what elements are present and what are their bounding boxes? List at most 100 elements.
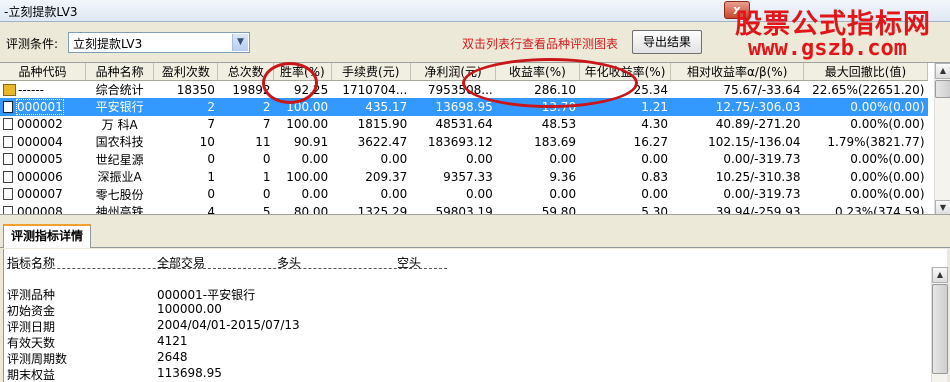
cell-total: 5: [262, 204, 271, 215]
cell-fee: 0.00: [380, 187, 408, 202]
cell-code: 000007: [0, 186, 85, 204]
scroll-up-icon[interactable]: ▲: [932, 267, 948, 283]
row-code: 000008: [17, 204, 63, 215]
cell-fee: 1710704...: [342, 82, 408, 97]
detail-row: 评测日期 2004/04/01-2015/07/13: [7, 318, 300, 334]
table-row[interactable]: 000007 零七股份 0 0 0.00 0.00 0.00 0.00 0.00 0.00/-31…: [0, 186, 928, 204]
detail-header-row: 指标名称 全部交易 多头 空头: [7, 254, 421, 270]
cell-drawdown: 1.79%(3821.77): [827, 134, 925, 149]
cell-drawdown: 0.23%(374.59): [835, 204, 925, 215]
cell-winrate: 0.00: [301, 187, 329, 202]
detail-value: 4121: [157, 334, 188, 348]
cell-name: 平安银行: [85, 98, 154, 116]
table-row[interactable]: 000006 深振业A 1 1 100.00 209.37 9357.33 9.36 0.83 1…: [0, 168, 928, 186]
column-header[interactable]: 相对收益率α/β(%): [670, 63, 804, 81]
document-icon: [3, 188, 13, 201]
cell-annual: 1.21: [579, 98, 671, 116]
cell-annual: 0.00: [641, 187, 668, 202]
cell-return: 13.70: [495, 98, 580, 116]
detail-tab-strip: 评测指标详情: [0, 222, 950, 248]
cell-profit: 0.00: [466, 187, 493, 202]
column-header[interactable]: 总次数: [217, 63, 275, 81]
cell-name: 零七股份: [95, 187, 144, 202]
cell-return: 59.80: [541, 204, 577, 215]
results-grid[interactable]: 品种代码 品种名称 盈利次数 总次数 胜率(%) 手续费(元) 净利润(元) 收…: [0, 62, 950, 215]
document-icon: [3, 135, 13, 148]
column-header[interactable]: 品种代码: [0, 63, 86, 81]
cell-profit: 183693.12: [427, 134, 493, 149]
detail-value: 000001-平安银行: [157, 288, 256, 302]
scroll-up-icon[interactable]: ▲: [935, 63, 950, 79]
cell-total: 7: [262, 117, 271, 132]
cell-name: 综合统计: [95, 83, 144, 97]
detail-row: 评测周期数 2648: [7, 350, 188, 366]
cell-relative: 12.75/-306.03: [670, 98, 804, 116]
row-code: 000006: [17, 169, 63, 184]
cell-code: 000001: [0, 98, 86, 116]
cell-code: 000008: [0, 203, 85, 215]
table-row[interactable]: 000004 国农科技 10 11 90.91 3622.47 183693.12 183.6…: [0, 133, 928, 151]
cell-annual: 4.30: [641, 117, 668, 132]
column-header[interactable]: 手续费(元): [331, 63, 411, 81]
condition-select-value: 立刻提款LV3: [73, 37, 143, 51]
table-header-row: 品种代码 品种名称 盈利次数 总次数 胜率(%) 手续费(元) 净利润(元) 收…: [0, 63, 929, 81]
column-header[interactable]: 胜率(%): [273, 63, 332, 81]
cell-return: 0.00: [549, 187, 577, 202]
cell-relative: 10.25/-310.38: [715, 169, 801, 184]
condition-select[interactable]: 立刻提款LV3 ▼: [68, 32, 250, 53]
detail-row: 评测品种 000001-平安银行: [7, 286, 255, 302]
detail-label: 评测日期: [7, 320, 56, 334]
detail-row: 期末权益 113698.95: [7, 366, 222, 382]
cell-relative: 102.15/-136.04: [708, 134, 801, 149]
cell-annual: 0.00: [641, 152, 668, 167]
cell-annual: 5.30: [641, 204, 668, 215]
cell-total: 0: [262, 152, 271, 167]
divider: [7, 268, 447, 269]
export-button[interactable]: 导出结果: [632, 30, 702, 54]
cell-fee: 1325.29: [357, 204, 408, 215]
cell-profit: 9357.33: [443, 169, 493, 184]
chevron-down-icon[interactable]: ▼: [232, 34, 248, 51]
table-row[interactable]: 000002 万 科A 7 7 100.00 1815.90 48531.64 48.53 4.…: [0, 116, 928, 134]
cell-profit: 13698.95: [410, 98, 496, 116]
scroll-thumb[interactable]: [932, 284, 948, 374]
detail-value: 2004/04/01-2015/07/13: [157, 318, 300, 332]
detail-value: 113698.95: [157, 366, 222, 380]
cell-code: 000002: [0, 116, 85, 134]
cell-winrate: 92.25: [293, 82, 329, 97]
detail-value: 2648: [157, 350, 188, 364]
column-header[interactable]: 年化收益率(%): [579, 63, 672, 81]
cell-wins: 7: [207, 117, 215, 132]
row-code: 000001: [16, 98, 64, 115]
table-row[interactable]: 000008 神州高铁 4 5 80.00 1325.29 59803.19 59.80 5.3…: [0, 203, 928, 215]
grid-scrollbar[interactable]: ▲ ▼: [934, 63, 950, 214]
document-icon: [3, 118, 13, 131]
cell-annual: 16.27: [633, 134, 668, 149]
row-code: 000002: [17, 117, 63, 132]
cell-drawdown: 22.65%(22651.20): [812, 82, 925, 97]
cell-drawdown: 0.00%(0.00): [850, 169, 925, 184]
scroll-down-icon[interactable]: ▼: [935, 200, 950, 214]
cell-code: ------: [0, 81, 85, 99]
column-header[interactable]: 品种名称: [85, 63, 155, 81]
cell-profit: 59803.19: [435, 204, 493, 215]
detail-panel: 指标名称 全部交易 多头 空头 评测品种 000001-平安银行 初始资金 10…: [3, 249, 948, 382]
detail-scrollbar[interactable]: ▲: [931, 267, 948, 382]
column-header[interactable]: 净利润(元): [410, 63, 497, 81]
row-code: 000005: [17, 152, 63, 167]
detail-row: 初始资金 100000.00: [7, 302, 222, 318]
table-row[interactable]: 000001 平安银行 2 2 100.00 435.17 13698.95 13.70 1.2…: [0, 98, 928, 116]
cell-drawdown: 0.00%(0.00): [850, 187, 925, 202]
scroll-thumb[interactable]: [935, 80, 950, 98]
tab-detail[interactable]: 评测指标详情: [3, 224, 91, 248]
cell-return: 286.10: [534, 82, 577, 97]
hint-text: 双击列表行查看品种评测图表: [462, 37, 619, 51]
table-row[interactable]: 000005 世纪星源 0 0 0.00 0.00 0.00 0.00 0.00 0.00/-31…: [0, 151, 928, 169]
table-row[interactable]: ------ 综合统计 18350 19892 92.25 1710704... 79535…: [0, 81, 928, 99]
cell-fee: 209.37: [365, 169, 408, 184]
condition-label: 评测条件:: [6, 37, 59, 51]
column-header[interactable]: 盈利次数: [153, 63, 219, 81]
column-header[interactable]: 收益率(%): [495, 63, 580, 81]
cell-annual: 0.83: [641, 169, 668, 184]
column-header[interactable]: 最大回撤比(值): [803, 63, 929, 81]
